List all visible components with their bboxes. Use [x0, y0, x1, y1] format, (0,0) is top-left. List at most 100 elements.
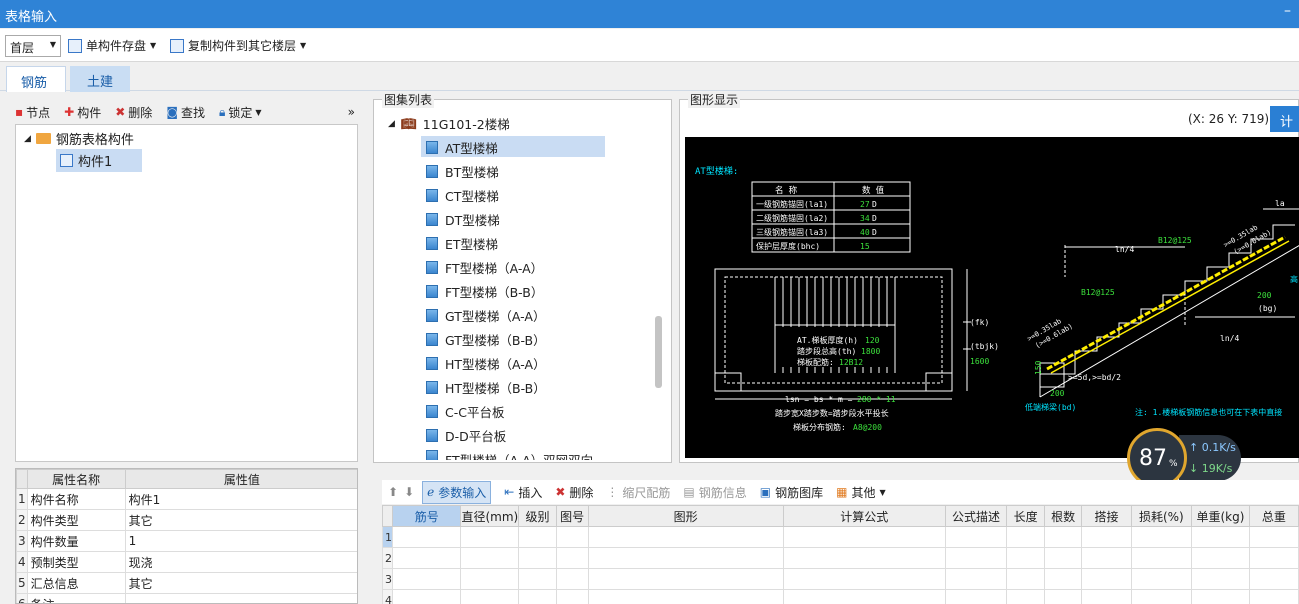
grid-cell[interactable] — [555, 568, 589, 590]
atlas-item[interactable]: FT型楼梯（A-A） — [426, 258, 543, 276]
rebar-info-button[interactable]: ▤ 钢筋信息 — [683, 484, 746, 501]
grid-header[interactable]: 图号 — [555, 505, 589, 527]
grid-cell[interactable] — [555, 547, 589, 569]
atlas-item[interactable]: GT型楼梯（B-B） — [426, 330, 546, 348]
tab-rebar[interactable]: 钢筋 — [6, 66, 66, 92]
prop-value[interactable]: 构件1 — [124, 488, 357, 510]
grid-cell[interactable] — [460, 568, 520, 590]
param-input-button[interactable]: ℯ 参数输入 — [422, 480, 492, 504]
tab-civil[interactable]: 土建 — [70, 66, 130, 92]
grid-cell[interactable] — [1081, 547, 1132, 569]
atlas-root[interactable]: ◢ 📖︎ 11G101-2楼梯 — [388, 114, 510, 133]
grid-cell[interactable] — [391, 547, 462, 569]
atlas-item[interactable]: HT型楼梯（A-A） — [426, 354, 546, 372]
grid-cell[interactable] — [518, 568, 557, 590]
rebar-library-button[interactable]: ▣ 钢筋图库 — [760, 484, 823, 501]
grid-cell[interactable] — [782, 547, 946, 569]
grid-cell[interactable] — [1248, 526, 1299, 548]
grid-header[interactable]: 直径(mm) — [460, 505, 520, 527]
table-row[interactable]: 1 — [382, 526, 1299, 548]
grid-cell[interactable] — [587, 526, 784, 548]
tree-item-component1[interactable]: 构件1 — [56, 149, 142, 172]
grid-cell[interactable] — [460, 547, 520, 569]
delete-button[interactable]: ✖ 删除 — [115, 104, 152, 121]
atlas-item[interactable]: FT型楼梯（A-A）双网双向 — [426, 450, 593, 460]
atlas-item[interactable]: CT型楼梯 — [426, 186, 499, 204]
grid-cell[interactable] — [1130, 526, 1193, 548]
grid-cell[interactable] — [782, 589, 946, 604]
grid-cell[interactable] — [555, 526, 589, 548]
grid-cell[interactable] — [1191, 547, 1250, 569]
grid-cell[interactable] — [391, 568, 462, 590]
caret-down-icon[interactable]: ◢ — [388, 119, 395, 129]
lock-button[interactable]: 🔒︎ 锁定 ▼ — [219, 104, 262, 121]
grid-cell[interactable] — [944, 547, 1008, 569]
insert-button[interactable]: ⇤ 插入 — [504, 484, 542, 501]
prop-value[interactable]: 其它 — [124, 572, 357, 594]
grid-cell[interactable] — [1006, 547, 1045, 569]
other-button[interactable]: ▦ 其他 ▼ — [836, 484, 886, 501]
grid-cell[interactable] — [1248, 568, 1299, 590]
copy-to-floor-button[interactable]: 复制构件到其它楼层 ▼ — [170, 37, 306, 54]
grid-cell[interactable] — [1130, 568, 1193, 590]
atlas-item[interactable]: HT型楼梯（B-B） — [426, 378, 546, 396]
grid-header[interactable]: 损耗(%) — [1130, 505, 1193, 527]
grid-header[interactable]: 筋号 — [391, 505, 462, 527]
grid-header[interactable]: 级别 — [518, 505, 557, 527]
grid-cell[interactable] — [1043, 568, 1083, 590]
grid-header[interactable]: 图形 — [587, 505, 784, 527]
grid-cell[interactable] — [1081, 568, 1132, 590]
grid-cell[interactable] — [391, 526, 462, 548]
grid-cell[interactable] — [944, 568, 1008, 590]
move-up-icon[interactable]: ⬆ — [388, 485, 398, 499]
more-button[interactable]: » — [348, 105, 355, 119]
atlas-item[interactable]: BT型楼梯 — [426, 162, 499, 180]
grid-cell[interactable] — [460, 589, 520, 604]
scale-rebar-button[interactable]: ⋮ 缩尺配筋 — [606, 484, 670, 501]
grid-cell[interactable] — [391, 589, 462, 604]
atlas-item[interactable]: AT型楼梯 — [426, 138, 498, 156]
grid-cell[interactable] — [1191, 589, 1250, 604]
prop-value[interactable]: 1 — [124, 530, 357, 552]
grid-cell[interactable] — [1006, 568, 1045, 590]
atlas-item[interactable]: GT型楼梯（A-A） — [426, 306, 545, 324]
atlas-item[interactable]: D-D平台板 — [426, 426, 506, 444]
grid-header[interactable]: 根数 — [1043, 505, 1083, 527]
grid-cell[interactable] — [460, 526, 520, 548]
prop-value[interactable]: 其它 — [124, 509, 357, 531]
table-row[interactable]: 3 构件数量 1 — [16, 530, 357, 552]
delete-row-button[interactable]: ✖ 删除 — [555, 484, 593, 501]
table-row[interactable]: 3 — [382, 568, 1299, 590]
table-row[interactable]: 1 构件名称 构件1 — [16, 488, 357, 510]
grid-cell[interactable] — [1248, 547, 1299, 569]
grid-cell[interactable] — [587, 589, 784, 604]
grid-cell[interactable] — [518, 526, 557, 548]
save-single-button[interactable]: 单构件存盘 ▼ — [68, 37, 156, 54]
atlas-item[interactable]: ET型楼梯 — [426, 234, 498, 252]
find-button[interactable]: ◙ 查找 — [166, 104, 205, 121]
grid-header[interactable]: 总重 — [1248, 505, 1299, 527]
grid-cell[interactable] — [782, 568, 946, 590]
calculate-button[interactable]: 计 — [1270, 106, 1299, 132]
minimize-button[interactable]: – — [1284, 3, 1291, 19]
grid-header[interactable]: 长度 — [1006, 505, 1045, 527]
move-down-icon[interactable]: ⬇ — [404, 485, 414, 499]
grid-cell[interactable] — [1191, 526, 1250, 548]
grid-cell[interactable] — [1043, 547, 1083, 569]
atlas-item[interactable]: FT型楼梯（B-B） — [426, 282, 543, 300]
grid-cell[interactable] — [555, 589, 589, 604]
grid-cell[interactable] — [944, 526, 1008, 548]
atlas-item[interactable]: C-C平台板 — [426, 402, 504, 420]
prop-value[interactable] — [124, 593, 357, 603]
grid-cell[interactable] — [1006, 526, 1045, 548]
grid-cell[interactable] — [1081, 526, 1132, 548]
grid-cell[interactable] — [518, 547, 557, 569]
caret-down-icon[interactable]: ◢ — [24, 134, 31, 144]
table-row[interactable]: 4 预制类型 现浇 — [16, 551, 357, 573]
node-button[interactable]: ▪ 节点 — [15, 104, 50, 121]
grid-cell[interactable] — [1248, 589, 1299, 604]
prop-value[interactable]: 现浇 — [124, 551, 357, 573]
grid-cell[interactable] — [1043, 526, 1083, 548]
grid-header[interactable]: 搭接 — [1081, 505, 1132, 527]
grid-cell[interactable] — [1081, 589, 1132, 604]
